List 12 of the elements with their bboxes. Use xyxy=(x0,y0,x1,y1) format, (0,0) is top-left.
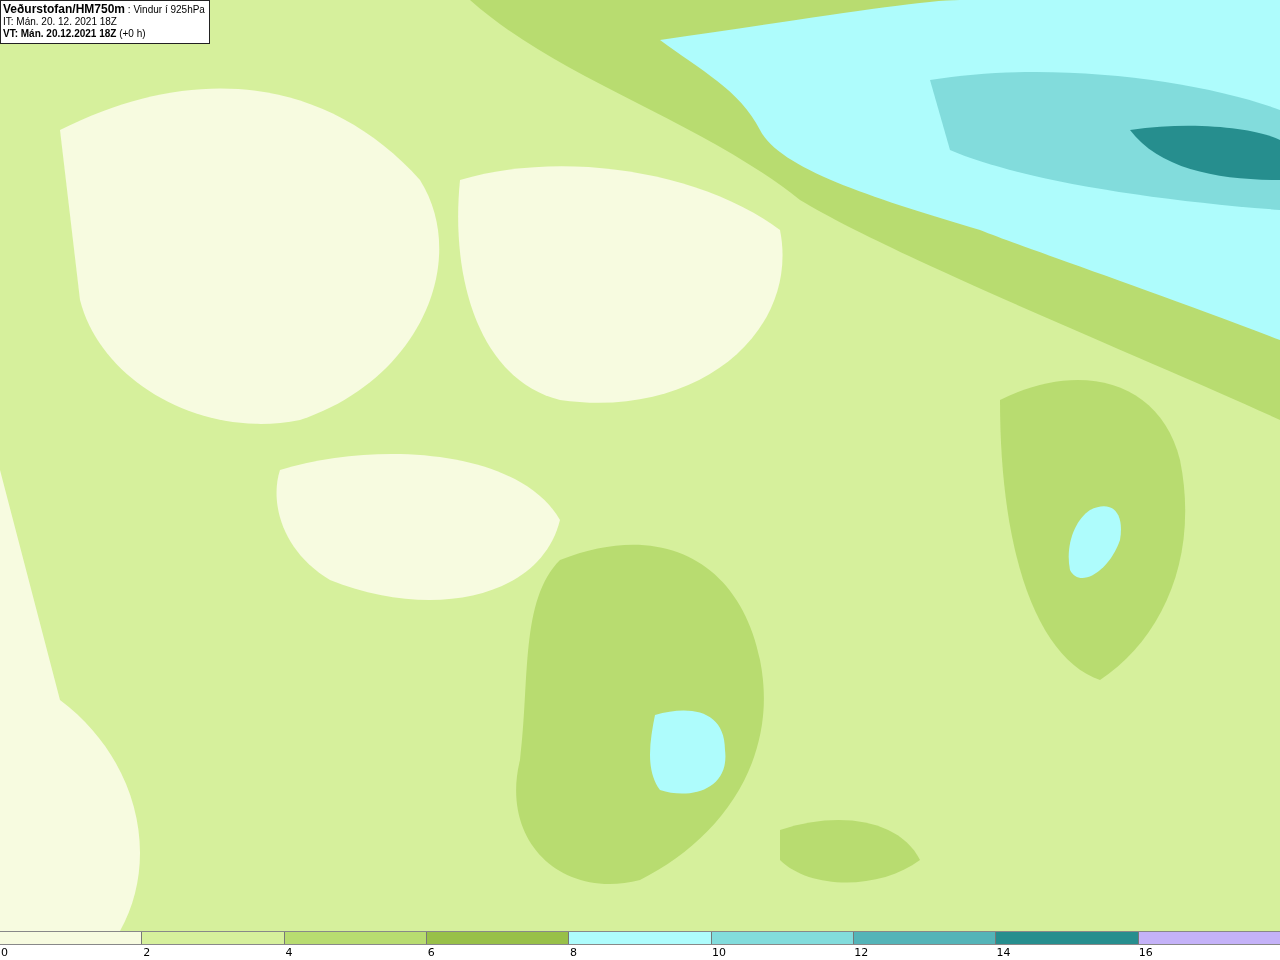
scale-label: 6 xyxy=(427,945,435,960)
model-title: Veðurstofan/HM750m : Vindur í 925hPa xyxy=(3,3,205,16)
scale-label: 14 xyxy=(996,945,1011,960)
scale-label: 4 xyxy=(285,945,293,960)
scale-label: 2 xyxy=(143,945,151,960)
scale-label: 8 xyxy=(569,945,577,960)
scale-label: 16 xyxy=(1138,945,1153,960)
init-time: IT: Mán. 20. 12. 2021 18Z xyxy=(3,16,118,28)
valid-time: VT: Mán. 20.12.2021 18Z (+0 h) xyxy=(3,28,147,40)
scale-label: 12 xyxy=(854,945,869,960)
scale-label: 10 xyxy=(712,945,727,960)
scale-label: 0 xyxy=(1,945,8,960)
